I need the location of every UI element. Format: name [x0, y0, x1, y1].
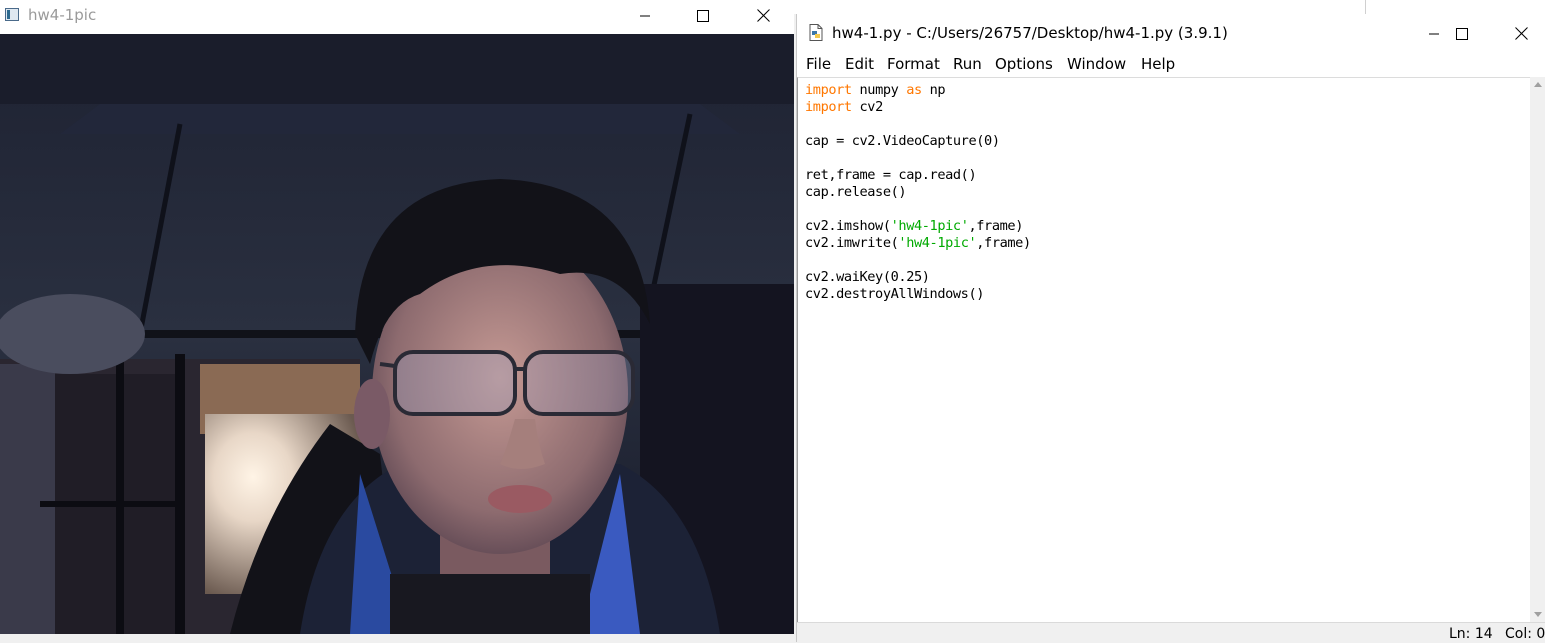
- idle-titlebar[interactable]: hw4-1.py - C:/Users/26757/Desktop/hw4-1.…: [797, 14, 1545, 52]
- close-button[interactable]: [734, 0, 792, 31]
- code-text: ,frame): [976, 235, 1031, 251]
- status-bar: Ln: 14 Col: 0: [797, 622, 1545, 643]
- code-line[interactable]: import numpy as np: [805, 82, 946, 99]
- idle-close-button[interactable]: [1492, 18, 1545, 49]
- menu-run[interactable]: Run: [953, 52, 982, 73]
- code-text: numpy: [851, 82, 907, 98]
- menu-edit[interactable]: Edit: [845, 52, 874, 73]
- image-window-bottom-edge: [0, 634, 794, 642]
- code-line[interactable]: cap = cv2.VideoCapture(0): [805, 133, 1000, 150]
- code-line[interactable]: cap.release(): [805, 184, 907, 201]
- minimize-icon: [640, 15, 650, 16]
- idle-editor-window: hw4-1.py - C:/Users/26757/Desktop/hw4-1.…: [796, 14, 1545, 643]
- code-text: ret,frame = cap.read(): [805, 167, 977, 183]
- idle-maximize-button[interactable]: [1433, 18, 1491, 49]
- code-text: ,frame): [968, 218, 1023, 234]
- scroll-down-icon[interactable]: [1534, 612, 1542, 617]
- code-keyword: import: [805, 82, 852, 98]
- menu-format[interactable]: Format: [887, 52, 940, 73]
- code-line[interactable]: import cv2: [805, 99, 883, 116]
- image-window-titlebar[interactable]: hw4-1pic: [0, 0, 794, 33]
- code-line[interactable]: cv2.waiKey(0.25): [805, 269, 930, 286]
- code-text: cv2.destroyAllWindows(): [805, 286, 985, 302]
- code-line[interactable]: cv2.imshow('hw4-1pic',frame): [805, 218, 1023, 235]
- code-editor[interactable]: import numpy as np import cv2 cap = cv2.Vi…: [797, 77, 1530, 622]
- minimize-button[interactable]: [616, 0, 674, 31]
- webcam-frame: [0, 34, 794, 634]
- vertical-scrollbar[interactable]: [1530, 77, 1545, 622]
- column-indicator: Col: 0: [1505, 626, 1545, 642]
- menu-options[interactable]: Options: [995, 52, 1053, 73]
- divider: [1365, 0, 1366, 14]
- code-line[interactable]: cv2.imwrite('hw4-1pic',frame): [805, 235, 1031, 252]
- python-file-icon: [809, 24, 823, 41]
- maximize-icon: [1456, 27, 1468, 40]
- close-icon: [756, 9, 770, 22]
- scroll-up-icon[interactable]: [1534, 82, 1542, 87]
- background-strip: [794, 0, 1545, 14]
- line-indicator: Ln: 14: [1449, 626, 1493, 642]
- maximize-icon: [697, 9, 709, 22]
- close-icon: [1514, 27, 1528, 40]
- code-text: cv2.waiKey(0.25): [805, 269, 930, 285]
- menu-window[interactable]: Window: [1067, 52, 1126, 73]
- code-text: cv2.imshow(: [805, 218, 891, 234]
- code-text: np: [921, 82, 946, 98]
- code-text: cap.release(): [805, 184, 907, 200]
- code-text: cv2.imwrite(: [805, 235, 899, 251]
- code-text: cap = cv2.VideoCapture(0): [805, 133, 1000, 149]
- idle-window-title: hw4-1.py - C:/Users/26757/Desktop/hw4-1.…: [832, 24, 1228, 42]
- maximize-button[interactable]: [674, 0, 732, 31]
- menu-file[interactable]: File: [806, 52, 831, 73]
- menu-bar: File Edit Format Run Options Window Help: [797, 52, 1545, 77]
- code-string: 'hw4-1pic': [890, 218, 969, 234]
- code-text: cv2: [851, 99, 884, 115]
- code-line[interactable]: ret,frame = cap.read(): [805, 167, 977, 184]
- image-window: hw4-1pic: [0, 0, 794, 642]
- image-window-title: hw4-1pic: [28, 6, 97, 24]
- webcam-image: [0, 34, 794, 634]
- menu-help[interactable]: Help: [1141, 52, 1175, 73]
- code-line[interactable]: cv2.destroyAllWindows(): [805, 286, 984, 303]
- code-string: 'hw4-1pic': [898, 235, 977, 251]
- opencv-window-icon: [5, 8, 19, 21]
- code-keyword: as: [906, 82, 922, 98]
- code-keyword: import: [805, 99, 852, 115]
